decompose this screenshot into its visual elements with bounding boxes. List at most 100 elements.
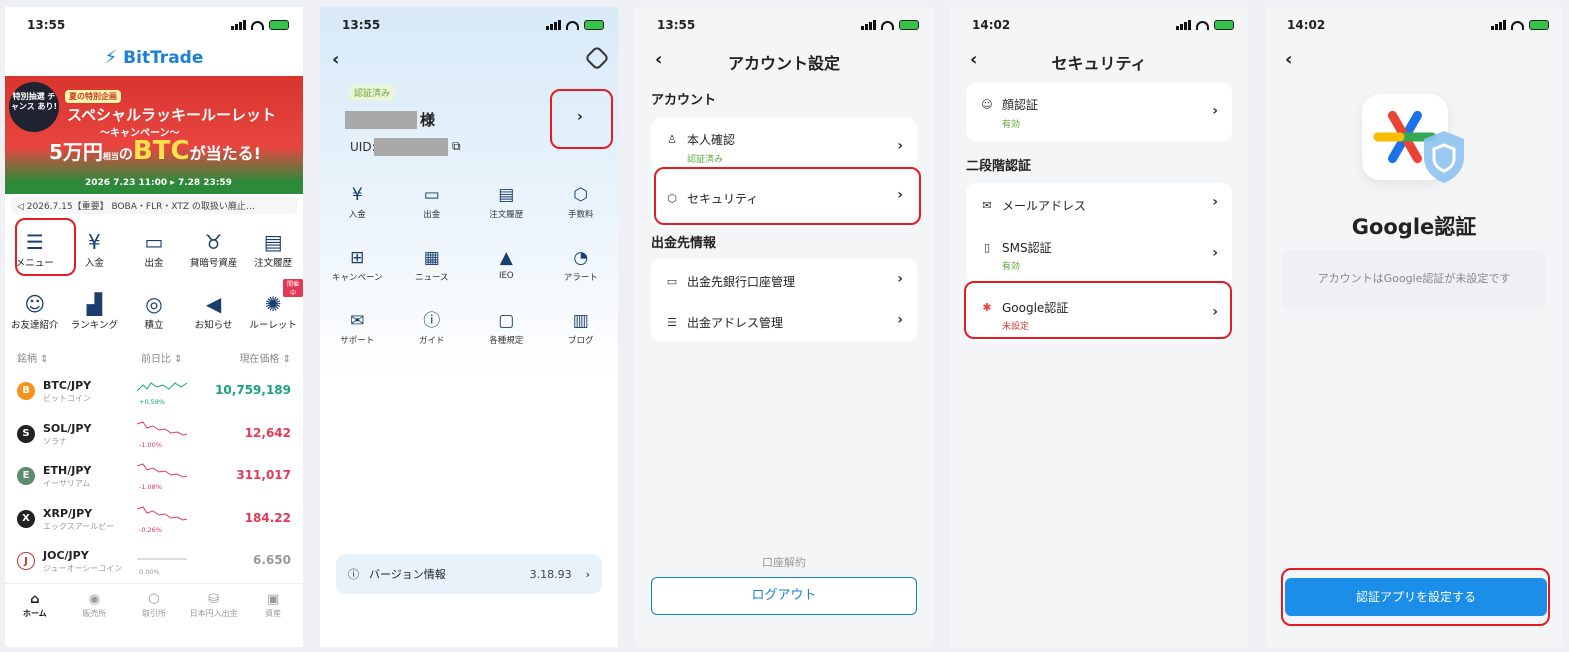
chevron-right-icon: › bbox=[897, 271, 903, 287]
status-bar: 14:02 bbox=[1287, 17, 1549, 33]
col-change[interactable]: 前日比 ⇕ bbox=[141, 350, 183, 365]
wifi-icon bbox=[1196, 20, 1209, 30]
coin-name: ソラナ bbox=[43, 436, 67, 446]
quick-menu-item[interactable]: ◎ 積立 bbox=[126, 291, 182, 331]
banner-title: スペシャルラッキールーレット bbox=[67, 106, 276, 124]
close-account-link[interactable]: 口座解約 bbox=[635, 554, 933, 570]
tab-item[interactable]: ⛁ 日本円入出金 bbox=[185, 592, 243, 647]
market-row[interactable]: B BTC/JPY ビットコイン +0.58% 10,759,189 bbox=[17, 374, 291, 414]
status-message: アカウントはGoogle認証が未設定です bbox=[1281, 250, 1547, 308]
coin-pair: BTC/JPY bbox=[43, 379, 92, 392]
quick-menu-item[interactable]: ☺ お友達紹介 bbox=[7, 291, 63, 331]
banner-prize: 5万円相当のBTCが当たる! bbox=[49, 136, 261, 166]
menu-grid-label: アラート bbox=[563, 273, 598, 283]
tab-item[interactable]: ⌂ ホーム bbox=[6, 592, 64, 647]
menu-grid-item[interactable]: ▤ 注文履歴 bbox=[476, 182, 536, 220]
news-ticker[interactable]: ◁ 2026.7.15【重要】 BOBA・FLR・XTZ の取扱い廃止… bbox=[11, 196, 297, 214]
face-scan-icon: ☺ bbox=[981, 98, 993, 111]
quick-menu-item[interactable]: ✺ ルーレット 開催中 bbox=[245, 279, 303, 331]
menu-grid-item[interactable]: ▲ IEO bbox=[476, 245, 536, 283]
section-account: アカウント bbox=[651, 93, 717, 108]
megaphone-icon: ◀ bbox=[205, 292, 222, 316]
page-title: アカウント設定 bbox=[727, 54, 840, 73]
tab-item[interactable]: ◉ 販売所 bbox=[65, 592, 123, 647]
version-info-row[interactable]: ⓘ バージョン情報 3.18.93 › bbox=[336, 554, 602, 594]
sms-row[interactable]: ▯ SMS認証 bbox=[980, 239, 1218, 256]
menu-grid-item[interactable]: ⊞ キャンペーン bbox=[327, 245, 387, 283]
quick-menu-label: 積立 bbox=[144, 320, 164, 331]
market-row[interactable]: X XRP/JPY エックスアールピー -0.26% 184.22 bbox=[17, 502, 291, 542]
identity-row[interactable]: ♙ 本人確認 bbox=[665, 131, 903, 148]
copy-icon[interactable]: ⧉ bbox=[452, 139, 461, 154]
withdraw-address-row[interactable]: ☰ 出金アドレス管理 bbox=[665, 314, 903, 331]
version-value: 3.18.93 bbox=[529, 567, 572, 581]
menu-grid-label: 注文履歴 bbox=[489, 210, 524, 220]
blog-icon: ▥ bbox=[572, 311, 589, 331]
change-percent: -1.00% bbox=[139, 440, 162, 449]
market-row[interactable]: S SOL/JPY ソラナ -1.00% 12,642 bbox=[17, 417, 291, 457]
bittrade-logo: ⚡ BitTrade bbox=[104, 47, 204, 68]
bank-account-row[interactable]: ▭ 出金先銀行口座管理 bbox=[665, 273, 903, 290]
quick-menu-item[interactable]: ▤ 注文履歴 bbox=[245, 229, 301, 269]
menu-grid-item[interactable]: ▭ 出金 bbox=[402, 182, 462, 220]
accumulate-icon: ◎ bbox=[145, 292, 163, 316]
email-row[interactable]: ✉ メールアドレス bbox=[980, 197, 1218, 214]
face-auth-row[interactable]: ☺ 顔認証 bbox=[980, 96, 1218, 113]
quick-menu-label: 入金 bbox=[84, 258, 104, 269]
shield-icon bbox=[1420, 129, 1468, 185]
menu-grid-label: IEO bbox=[498, 271, 514, 281]
menu-grid-row-3: ✉ サポート ⓘ ガイド ▢ 各種規定 ▥ ブログ bbox=[320, 308, 618, 346]
menu-grid-item[interactable]: ✉ サポート bbox=[327, 308, 387, 346]
coin-pair: ETH/JPY bbox=[43, 464, 92, 477]
coin-pair: XRP/JPY bbox=[43, 506, 93, 520]
status-bar: 14:02 bbox=[972, 17, 1234, 33]
quick-menu-item[interactable]: ◀ お知らせ bbox=[186, 291, 242, 331]
menu-grid-item[interactable]: ¥ 入金 bbox=[327, 182, 387, 220]
menu-grid-item[interactable]: ⓘ ガイド bbox=[402, 308, 462, 346]
uid-label: UID: bbox=[350, 140, 376, 154]
coin-pair: JOC/JPY bbox=[43, 549, 89, 562]
campaign-banner[interactable]: 特別抽選 チャンス あり! 夏の特別企画 スペシャルラッキールーレット 〜キャン… bbox=[5, 76, 303, 194]
menu-grid-item[interactable]: ▢ 各種規定 bbox=[476, 308, 536, 346]
security-screen: 14:02 ‹ セキュリティ ☺ 顔認証 有効 › 二段階認証 ✉ メールアドレス … bbox=[950, 7, 1248, 647]
coin-name: エックスアールピー bbox=[43, 521, 115, 531]
sparkline-chart bbox=[137, 558, 187, 560]
tab-item[interactable]: ⬡ 取引所 bbox=[125, 592, 183, 647]
menu-grid-label: サポート bbox=[340, 336, 375, 346]
menu-grid-item[interactable]: ▥ ブログ bbox=[551, 308, 611, 346]
menu-grid-item[interactable]: ◔ アラート bbox=[551, 245, 611, 283]
sparkline-chart bbox=[137, 463, 187, 478]
highlight-security bbox=[654, 167, 921, 225]
menu-grid-label: 手数料 bbox=[567, 210, 594, 220]
col-name[interactable]: 銘柄 ⇕ bbox=[17, 350, 49, 365]
change-percent: 0.00% bbox=[139, 568, 160, 576]
quick-menu-item[interactable]: ▟ ランキング bbox=[66, 291, 122, 331]
back-button[interactable]: ‹ bbox=[332, 49, 339, 70]
menu-grid-item[interactable]: ⬡ 手数料 bbox=[551, 182, 611, 220]
status-time: 14:02 bbox=[972, 18, 1011, 32]
menu-grid-item[interactable]: ▦ ニュース bbox=[402, 245, 462, 283]
coin-name: ビットコイン bbox=[43, 394, 91, 403]
quick-menu-label: ルーレット bbox=[249, 320, 297, 331]
menu-grid-label: ガイド bbox=[418, 336, 445, 346]
invite-friends-icon: ☺ bbox=[24, 292, 46, 316]
google-auth-screen: 14:02 ‹ Google認証 アカウントはGoogle認証が未設定です 認証… bbox=[1265, 7, 1563, 647]
tab-item[interactable]: ▣ 資産 bbox=[244, 592, 302, 647]
tab-label: 取引所 bbox=[141, 609, 166, 618]
sparkline-chart bbox=[137, 420, 187, 436]
section-withdraw: 出金先情報 bbox=[651, 236, 717, 251]
tab-label: ホーム bbox=[22, 609, 47, 618]
status-time: 13:55 bbox=[27, 18, 66, 32]
quick-menu-item[interactable]: ▭ 出金 bbox=[126, 229, 182, 269]
battery-icon bbox=[584, 20, 604, 30]
back-button[interactable]: ‹ bbox=[1285, 49, 1292, 70]
chevron-right-icon: › bbox=[897, 138, 903, 154]
status-time: 13:55 bbox=[657, 18, 696, 32]
settings-gear-icon[interactable] bbox=[584, 45, 610, 71]
signal-icon bbox=[231, 20, 246, 30]
market-row[interactable]: E ETH/JPY イーサリアム -1.08% 311,017 bbox=[17, 459, 291, 499]
quick-menu-item[interactable]: ♉ 貸暗号資産 bbox=[186, 229, 242, 269]
market-row[interactable]: J JOC/JPY ジューオーシーコイン 0.00% 6.650 bbox=[17, 544, 291, 584]
col-price[interactable]: 現在価格 ⇕ bbox=[239, 350, 291, 365]
logout-button[interactable]: ログアウト bbox=[651, 577, 917, 615]
